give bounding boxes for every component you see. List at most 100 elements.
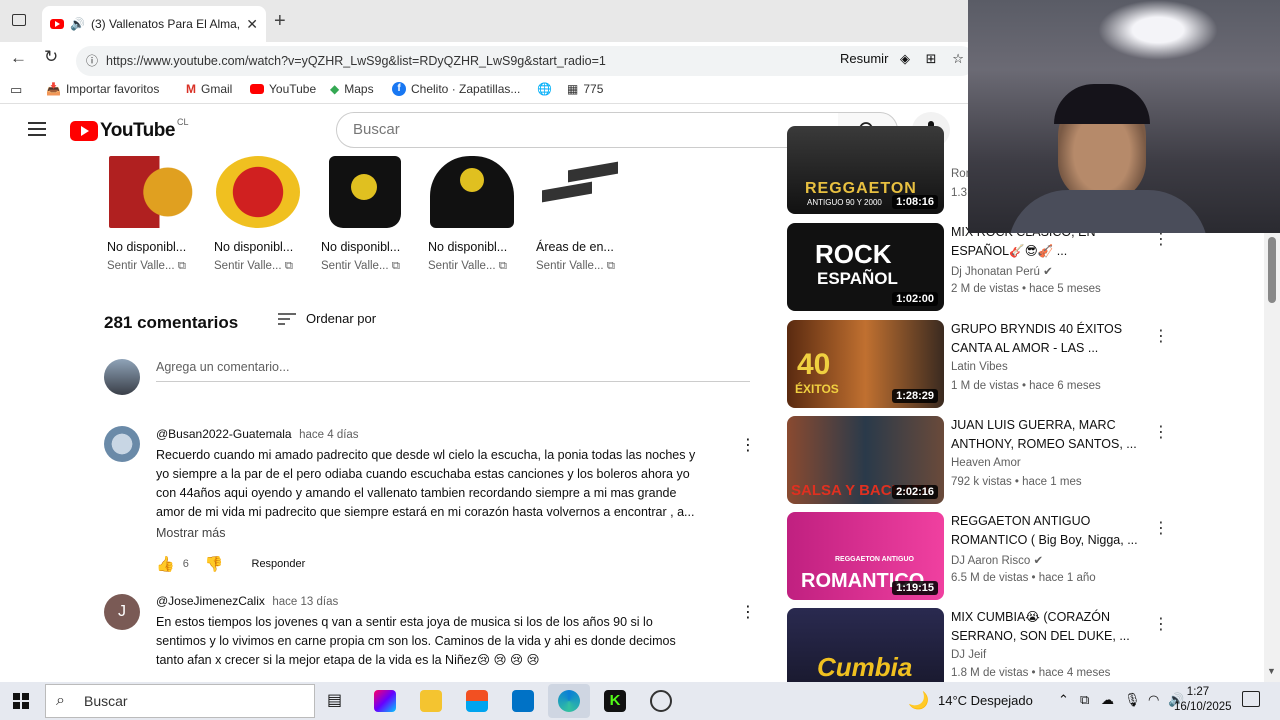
video-title[interactable]: REGGAETON ANTIGUO ROMANTICO ( Big Boy, Ni…: [951, 512, 1151, 549]
task-view-icon[interactable]: ▤: [327, 690, 349, 712]
bookmark-chelito[interactable]: f Chelito · Zapatillas...: [392, 82, 520, 96]
store-icon[interactable]: [466, 690, 488, 712]
video-thumbnail[interactable]: ROCK ESPAÑOL 1:02:00: [787, 223, 944, 311]
speaker-icon[interactable]: 🔊: [70, 17, 85, 31]
video-menu-icon[interactable]: ⋮: [1153, 422, 1169, 442]
video-thumbnail[interactable]: Cumbia: [787, 608, 944, 682]
channel-name[interactable]: DJ Aaron Risco ✔: [951, 553, 1043, 567]
product-card[interactable]: No disponibl... Sentir Valle... ⧉: [321, 156, 417, 273]
comment-line: En estos tiempos los jovenes q van a sen…: [156, 615, 653, 629]
tray-chevron-icon[interactable]: ⌃: [1058, 692, 1069, 708]
comment-author[interactable]: @Busan2022-Guatemala: [156, 427, 292, 441]
notifications-icon[interactable]: [1242, 691, 1260, 707]
video-thumbnail[interactable]: 40 ÉXITOS 1:28:29: [787, 320, 944, 408]
bookmarks-menu-icon[interactable]: ▭: [10, 82, 22, 98]
recommended-video[interactable]: 40 ÉXITOS 1:28:29 GRUPO BRYNDIS 40 ÉXITO…: [787, 320, 1169, 410]
browser-tab-active[interactable]: 🔊 (3) Vallenatos Para El Alma, V ✕: [42, 6, 266, 42]
commenter-avatar[interactable]: [104, 426, 140, 462]
sort-label: Ordenar por: [306, 311, 377, 326]
comment-menu-icon[interactable]: ⋮: [740, 435, 756, 455]
new-tab-button[interactable]: +: [274, 10, 286, 33]
commenter-avatar[interactable]: J: [104, 594, 140, 630]
comment-line: yo siempre a la par de el pero odiaba cu…: [156, 467, 690, 481]
extensions-icon[interactable]: ⊞: [926, 51, 937, 66]
bookmark-gmail[interactable]: M Gmail: [186, 82, 232, 96]
globe-bookmark[interactable]: 🌐: [537, 82, 552, 96]
show-more-link[interactable]: Mostrar más: [156, 526, 225, 540]
scrollbar-thumb[interactable]: [1268, 237, 1276, 303]
video-thumbnail[interactable]: SALSA Y BACHATA 2:02:16: [787, 416, 944, 504]
channel-name[interactable]: DJ Jeif: [951, 649, 986, 661]
resumir-button[interactable]: Resumir ◈ ⊞ ☆: [832, 51, 968, 69]
comment-actions: 👍 6 👎 Responder: [156, 555, 305, 573]
taskbar-search[interactable]: ⌕ Buscar: [45, 684, 315, 718]
product-card[interactable]: No disponibl... Sentir Valle... ⧉: [107, 156, 203, 273]
youtube-logo-icon: [70, 121, 98, 141]
outlook-icon[interactable]: [512, 690, 534, 712]
thumbnail-text: Cumbia: [817, 652, 913, 682]
tab-title: (3) Vallenatos Para El Alma, V: [90, 17, 241, 31]
sort-comments-button[interactable]: Ordenar por: [278, 311, 376, 326]
obs-icon[interactable]: [650, 690, 672, 712]
windows-start-icon[interactable]: [13, 693, 29, 709]
product-card[interactable]: Áreas de en... Sentir Valle... ⧉: [536, 156, 632, 273]
hamburger-menu-icon[interactable]: [28, 122, 46, 136]
bookmark-import[interactable]: 📥 Importar favoritos: [46, 82, 159, 96]
verified-icon: ✔: [1033, 555, 1044, 567]
reply-button[interactable]: Responder: [252, 558, 306, 570]
resumir-label: Resumir: [840, 51, 889, 66]
comment-menu-icon[interactable]: ⋮: [740, 602, 756, 622]
back-icon[interactable]: ←: [10, 48, 27, 68]
site-info-icon[interactable]: ⓘ: [86, 46, 98, 76]
add-comment-input[interactable]: Agrega un comentario...: [156, 360, 750, 382]
video-thumbnail[interactable]: REGGAETON ANTIGUO ROMANTICO 1:19:15: [787, 512, 944, 600]
recommended-video[interactable]: ROCK ESPAÑOL 1:02:00 MIX ROCK CLÁSICO, E…: [787, 223, 1169, 313]
like-count: 6: [182, 558, 189, 570]
file-explorer-icon[interactable]: [420, 690, 442, 712]
copilot-icon[interactable]: [374, 690, 396, 712]
youtube-favicon-icon: [50, 19, 64, 29]
video-title[interactable]: GRUPO BRYNDIS 40 ÉXITOS CANTA AL AMOR - L…: [951, 320, 1151, 357]
recommended-video[interactable]: REGGAETON ANTIGUO ROMANTICO 1:19:15 REGG…: [787, 512, 1169, 602]
channel-name[interactable]: Dj Jhonatan Perú ✔: [951, 264, 1053, 278]
comment-author[interactable]: @JoseJimenezCalix: [156, 594, 265, 608]
page-scrollbar[interactable]: ▼: [1264, 233, 1280, 682]
tray-icon[interactable]: ⧉: [1080, 692, 1089, 708]
kick-icon[interactable]: K: [604, 690, 626, 712]
tab-actions-icon[interactable]: [12, 14, 26, 26]
scroll-down-icon[interactable]: ▼: [1267, 666, 1276, 676]
recommended-video[interactable]: SALSA Y BACHATA 2:02:16 JUAN LUIS GUERRA…: [787, 416, 1169, 506]
video-thumbnail[interactable]: REGGAETON ANTIGUO 90 Y 2000 1:08:16: [787, 126, 944, 214]
product-card[interactable]: No disponibl... Sentir Valle... ⧉: [428, 156, 524, 273]
clock[interactable]: 1:27 16/10/2025: [1174, 685, 1232, 715]
reload-icon[interactable]: ↻: [44, 47, 58, 67]
bookmark-775[interactable]: ▦ 775: [567, 82, 603, 96]
product-card[interactable]: No disponibl... Sentir Valle... ⧉: [214, 156, 310, 273]
youtube-logo[interactable]: YouTube CL: [70, 117, 188, 142]
translate-icon[interactable]: ◈: [900, 51, 910, 66]
video-title[interactable]: JUAN LUIS GUERRA, MARC ANTHONY, ROMEO SAN…: [951, 416, 1151, 453]
favorite-star-icon[interactable]: ☆: [952, 51, 964, 66]
microphone-tray-icon[interactable]: 🎙: [1124, 692, 1141, 708]
video-menu-icon[interactable]: ⋮: [1153, 518, 1169, 538]
weather-text[interactable]: 14°C Despejado: [938, 693, 1033, 708]
channel-name[interactable]: Heaven Amor: [951, 457, 1021, 469]
product-seller: Sentir Valle... ⧉: [536, 260, 615, 272]
video-meta: 1 M de vistas • hace 6 meses: [951, 380, 1101, 392]
video-menu-icon[interactable]: ⋮: [1153, 326, 1169, 346]
like-icon[interactable]: 👍: [156, 555, 175, 573]
comment-time[interactable]: hace 4 días: [299, 429, 358, 441]
person-shoulders: [1008, 190, 1208, 233]
channel-name[interactable]: Latin Vibes: [951, 361, 1008, 373]
comment-time[interactable]: hace 13 días: [272, 596, 338, 608]
onedrive-icon[interactable]: ☁: [1101, 692, 1114, 708]
search-input[interactable]: Buscar: [336, 112, 839, 148]
video-menu-icon[interactable]: ⋮: [1153, 614, 1169, 634]
bookmark-youtube[interactable]: YouTube: [250, 82, 316, 96]
dislike-icon[interactable]: 👎: [205, 555, 224, 573]
video-title[interactable]: MIX CUMBIA😭 (CORAZÓN SERRANO, SON DEL DUK…: [951, 608, 1151, 645]
close-tab-icon[interactable]: ✕: [246, 16, 258, 33]
edge-taskbar-active[interactable]: [548, 684, 590, 718]
wifi-icon[interactable]: ◠: [1148, 692, 1159, 708]
bookmark-maps[interactable]: ◆ Maps: [330, 82, 374, 96]
